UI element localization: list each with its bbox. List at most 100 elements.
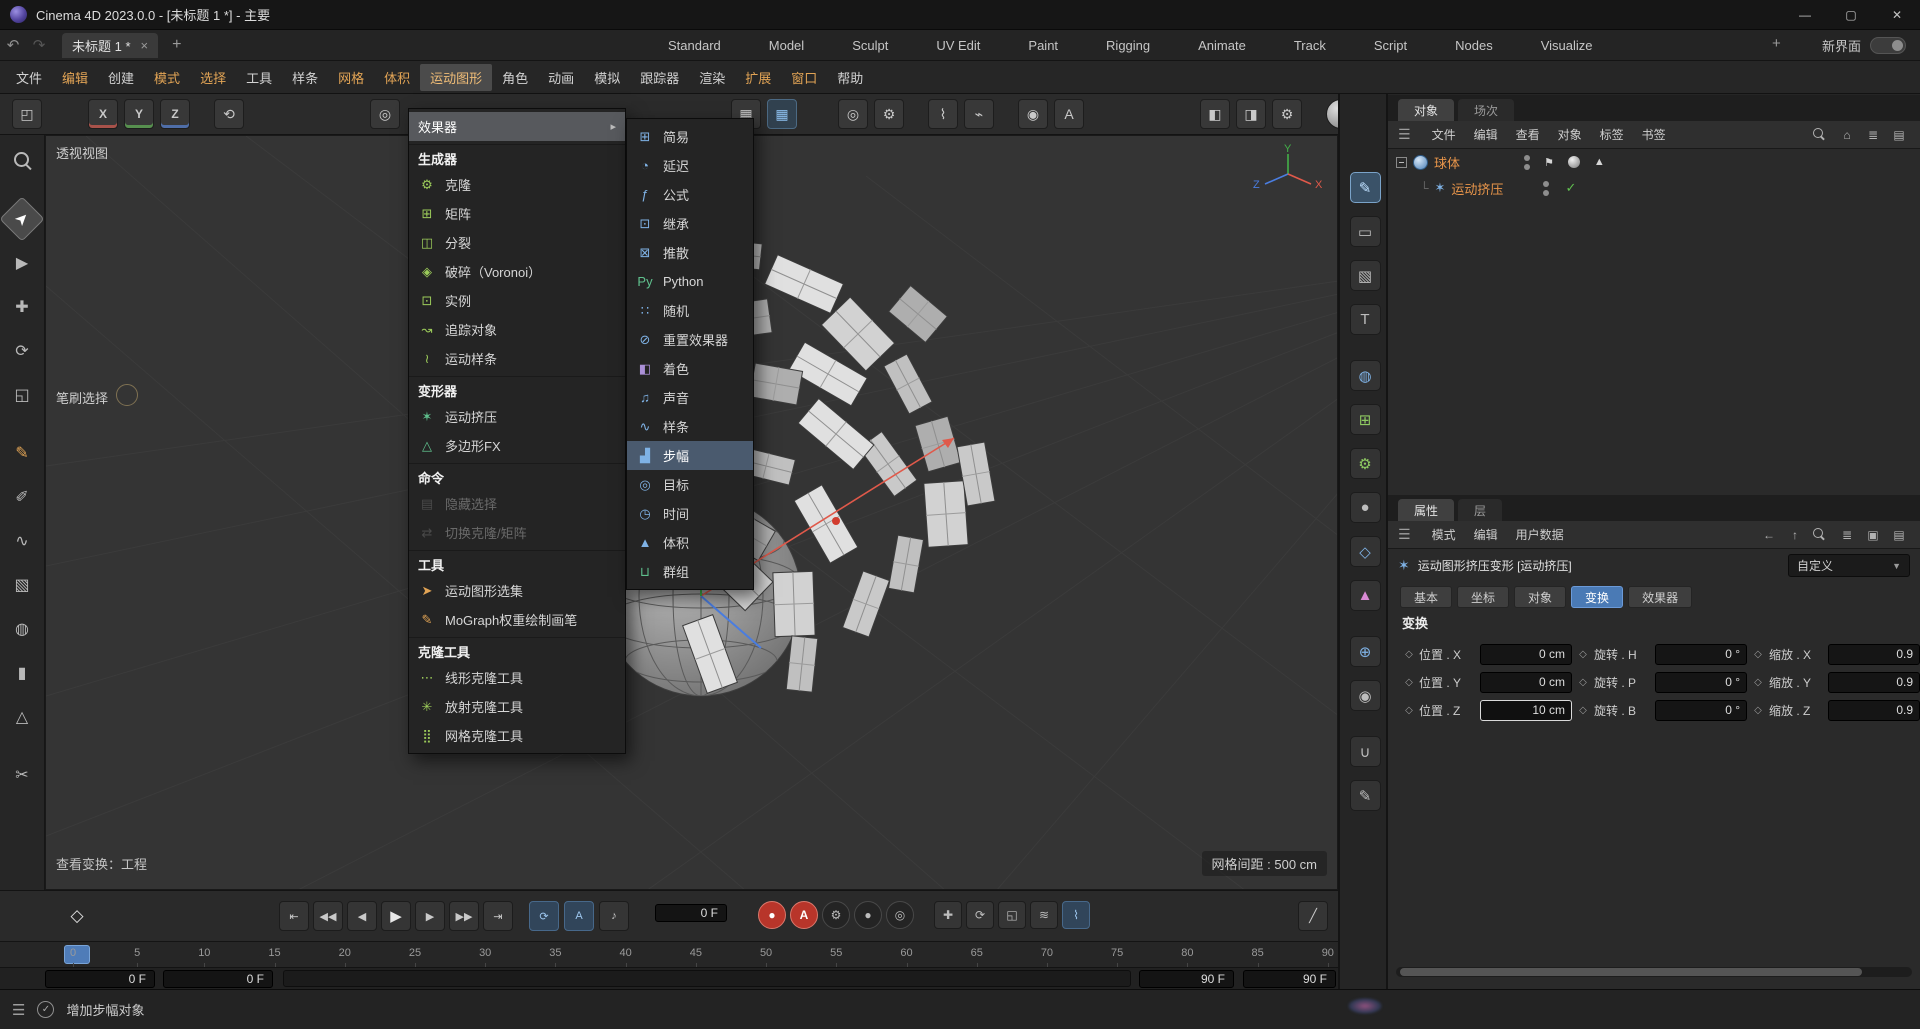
snap-tool[interactable]: ∪ [1350, 736, 1381, 767]
select-arrow-tool[interactable]: ▶ [6, 247, 38, 279]
lock-z-button[interactable]: Z [160, 99, 190, 129]
prism-tool[interactable]: ▲ [1350, 580, 1381, 611]
submenu-item[interactable]: ⊔ 群组 [627, 557, 753, 586]
rot-h-input[interactable] [1655, 644, 1747, 665]
record-selected-button[interactable]: ● [854, 901, 882, 929]
menu-item[interactable]: 命令 [409, 463, 625, 489]
menu[interactable]: 跟踪器 [630, 64, 689, 91]
maximize-button[interactable]: ▢ [1828, 0, 1874, 30]
array-generator-tool[interactable]: ⊞ [1350, 404, 1381, 435]
autokey-button[interactable]: A [790, 901, 818, 929]
section-header[interactable]: 变换 [1402, 613, 1428, 632]
om-menu-item[interactable]: 查看 [1507, 126, 1549, 143]
flag-tag-icon[interactable]: ⚑ [1544, 156, 1554, 169]
range-end-input[interactable] [1139, 970, 1234, 988]
layout-tab[interactable]: Rigging [1106, 38, 1150, 53]
pos-y-input[interactable] [1480, 672, 1572, 693]
zoom-tool[interactable] [6, 145, 38, 177]
submenu-item[interactable]: ⊘ 重置效果器 [627, 325, 753, 354]
layout-tab[interactable]: UV Edit [936, 38, 980, 53]
layout-tab[interactable]: Visualize [1541, 38, 1593, 53]
menu-item[interactable]: ✳ 放射克隆工具 [409, 692, 625, 721]
next-key-button[interactable]: ▶▶ [449, 901, 479, 931]
menu-item[interactable]: ⇄ 切换克隆/矩阵 [409, 518, 625, 547]
filter-icon[interactable]: ≣ [1862, 125, 1884, 145]
submenu-item[interactable]: ♫ 声音 [627, 383, 753, 412]
prev-frame-button[interactable]: ◀ [347, 901, 377, 931]
record-pla-button[interactable]: ⌇ [1062, 901, 1090, 929]
tree-row-sphere[interactable]: 球体 ⚑ ▲ [1388, 149, 1920, 175]
expand-toggle-icon[interactable] [1396, 157, 1407, 168]
menu-item[interactable]: 变形器 [409, 376, 625, 402]
menu-item[interactable]: ⊡ 实例 [409, 286, 625, 315]
submenu-item[interactable]: ◧ 着色 [627, 354, 753, 383]
lock-icon[interactable]: ▣ [1862, 525, 1884, 545]
keyframe-diamond-icon[interactable]: ◇ [64, 903, 90, 929]
current-frame-input[interactable] [655, 904, 727, 922]
submenu-item[interactable]: ◷ 时间 [627, 499, 753, 528]
loop-playback-button[interactable]: ⟳ [529, 901, 559, 931]
viewport-filter-button[interactable]: ◉ [1018, 99, 1048, 129]
rectangle-spline-tool[interactable]: ▭ [1350, 216, 1381, 247]
menu[interactable]: 渲染 [689, 64, 735, 91]
cylinder-tool[interactable]: ▮ [6, 657, 38, 689]
burger-menu-icon[interactable]: ☰ [1398, 526, 1411, 543]
panel-tab[interactable]: 属性 [1398, 499, 1454, 521]
keyframe-presets-button[interactable]: ⚙ [822, 901, 850, 929]
redo-icon[interactable]: ↷ [26, 36, 52, 54]
anim-dot-icon[interactable]: ◇ [1750, 677, 1766, 688]
add-layout-button[interactable]: + [1772, 35, 1781, 52]
anim-dot-icon[interactable]: ◇ [1402, 649, 1416, 660]
panel-tab[interactable]: 对象 [1398, 99, 1454, 121]
submenu-item[interactable]: ∿ 样条 [627, 412, 753, 441]
sketch-tool[interactable]: ✐ [6, 481, 38, 513]
menu-item[interactable]: ➤ 运动图形选集 [409, 576, 625, 605]
menu[interactable]: 工具 [236, 64, 282, 91]
anim-dot-icon[interactable]: ◇ [1575, 677, 1591, 688]
panel-tab[interactable]: 场次 [1458, 99, 1514, 121]
object-name[interactable]: 运动挤压 [1451, 179, 1503, 198]
render-picture-viewer-button[interactable]: ◨ [1236, 99, 1266, 129]
camera-tool[interactable]: ◉ [1350, 680, 1381, 711]
spline-tool[interactable]: ∿ [6, 525, 38, 557]
total-frames-input[interactable] [1243, 970, 1336, 988]
attr-tab[interactable]: 坐标 [1457, 586, 1509, 608]
record-parameter-button[interactable]: ≋ [1030, 901, 1058, 929]
menu-item[interactable]: △ 多边形FX [409, 431, 625, 460]
am-menu-item[interactable]: 编辑 [1465, 526, 1507, 543]
menu[interactable]: 扩展 [735, 64, 781, 91]
menu-item[interactable]: ⣿ 网格克隆工具 [409, 721, 625, 750]
fcurve-ramp-icon[interactable]: ╱ [1298, 901, 1328, 931]
om-menu-item[interactable]: 编辑 [1465, 126, 1507, 143]
home-icon[interactable]: ⌂ [1836, 125, 1858, 145]
layout-tab[interactable]: Sculpt [852, 38, 888, 53]
menu-item[interactable]: ✶ 运动挤压 [409, 402, 625, 431]
record-position-button[interactable]: ✚ [934, 901, 962, 929]
menu-item[interactable]: 克隆工具 [409, 637, 625, 663]
move-tool[interactable]: ✚ [6, 291, 38, 323]
menu[interactable]: 角色 [492, 64, 538, 91]
menu-item[interactable]: ✎ MoGraph权重绘制画笔 [409, 605, 625, 634]
annotation-button[interactable]: A [1054, 99, 1084, 129]
menu-item[interactable]: ⋯ 线形克隆工具 [409, 663, 625, 692]
om-menu-item[interactable]: 文件 [1423, 126, 1465, 143]
play-button[interactable]: ▶ [381, 901, 411, 931]
burger-menu-icon[interactable]: ☰ [1398, 126, 1411, 143]
prev-key-button[interactable]: ◀◀ [313, 901, 343, 931]
submenu-item[interactable]: ∷ 随机 [627, 296, 753, 325]
spline-smooth-button[interactable]: ⌇ [928, 99, 958, 129]
filter-icon[interactable]: ≣ [1836, 525, 1858, 545]
tree-row-moextrude[interactable]: └ ✶ 运动挤压 ✓ [1388, 175, 1920, 201]
record-keyframe-button[interactable]: ● [758, 901, 786, 929]
layout-tab[interactable]: Track [1294, 38, 1326, 53]
render-view-button[interactable]: ◧ [1200, 99, 1230, 129]
layout-tab[interactable]: Model [769, 38, 804, 53]
menu[interactable]: 样条 [282, 64, 328, 91]
up-icon[interactable]: ↑ [1784, 525, 1806, 545]
menu[interactable]: 网格 [328, 64, 374, 91]
submenu-item[interactable]: ◔ 延迟 [627, 151, 753, 180]
anim-dot-icon[interactable]: ◇ [1575, 649, 1591, 660]
menu-item[interactable]: ◫ 分裂 [409, 228, 625, 257]
range-track[interactable] [283, 970, 1131, 987]
menu[interactable]: 动画 [538, 64, 584, 91]
